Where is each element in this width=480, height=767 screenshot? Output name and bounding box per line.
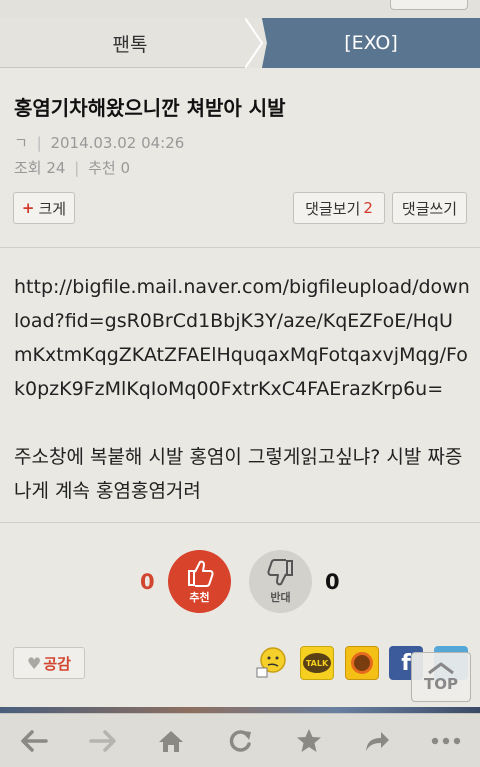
heart-icon: ♥	[27, 653, 42, 673]
kakaotalk-share-button[interactable]: TALK	[300, 646, 334, 680]
post-title: 홍염기차해왔으니깐 쳐받아 시발	[14, 96, 286, 120]
thinking-face-icon	[256, 647, 286, 678]
home-button[interactable]	[151, 721, 191, 761]
bookmark-button[interactable]	[289, 721, 329, 761]
browser-toolbar	[0, 713, 480, 767]
refresh-button[interactable]	[220, 721, 260, 761]
author-name[interactable]: ㄱ	[14, 134, 28, 152]
write-comment-button[interactable]: 댓글쓰기	[392, 192, 467, 224]
downvote-label: 반대	[270, 590, 291, 604]
upvote-button[interactable]: 추천	[168, 550, 231, 613]
back-arrow-icon	[21, 729, 49, 752]
empathy-button[interactable]: ♥ 공감	[13, 647, 85, 679]
refresh-icon	[229, 729, 251, 752]
kakaostory-share-button[interactable]	[345, 646, 379, 680]
top-label: TOP	[424, 675, 458, 693]
views-label: 조회	[14, 159, 42, 177]
kakaotalk-icon: TALK	[303, 653, 331, 673]
header-cut-button[interactable]	[390, 0, 468, 10]
enlarge-text-button[interactable]: + 크게	[13, 192, 75, 224]
downvote-button[interactable]: 반대	[249, 550, 312, 613]
recommend-label: 추천	[88, 159, 116, 177]
divider	[0, 522, 480, 523]
thumbs-down-icon	[266, 558, 293, 585]
post-meta: ㄱ | 2014.03.02 04:26	[14, 134, 185, 152]
views-count: 24	[46, 159, 66, 177]
upvote-label: 추천	[189, 590, 210, 604]
forward-button[interactable]	[83, 721, 123, 761]
breadcrumb-current[interactable]: [EXO]	[262, 18, 480, 68]
top-cut-header	[0, 0, 480, 18]
enlarge-label: 크게	[38, 199, 67, 218]
breadcrumb: 팬톡 [EXO]	[0, 18, 480, 68]
forward-arrow-icon	[89, 729, 116, 752]
post-date: 2014.03.02 04:26	[50, 134, 185, 152]
recommend-count: 0	[120, 159, 131, 177]
view-comments-button[interactable]: 댓글보기 2	[293, 192, 385, 224]
more-button[interactable]	[426, 721, 466, 761]
post-stats: 조회 24 | 추천 0	[14, 159, 131, 177]
thumbs-up-icon	[187, 560, 214, 587]
scroll-to-top-button[interactable]: TOP	[411, 652, 471, 702]
post-body-link[interactable]: http://bigfile.mail.naver.com/bigfileupl…	[14, 270, 470, 406]
comments-count: 2	[363, 199, 373, 217]
plus-icon: +	[21, 199, 35, 217]
post-body-text: 주소창에 복붙해 시발 홍염이 그렇게읽고싶냐? 시발 짜증나게 계속 홍염홍염…	[14, 446, 463, 502]
view-comments-label: 댓글보기	[305, 199, 361, 218]
share-arrow-icon	[366, 731, 390, 751]
post-body: http://bigfile.mail.naver.com/bigfileupl…	[14, 270, 470, 508]
downvote-count: 0	[325, 570, 340, 594]
divider	[0, 247, 480, 248]
share-button[interactable]	[357, 721, 397, 761]
breadcrumb-separator-icon	[245, 18, 267, 68]
upvote-count: 0	[140, 570, 155, 594]
home-icon	[159, 730, 184, 752]
emoticon-share-icon[interactable]	[255, 646, 289, 680]
kakaostory-icon	[351, 652, 373, 674]
more-icon	[431, 737, 460, 744]
star-icon	[296, 728, 321, 752]
empathy-label: 공감	[43, 654, 71, 673]
breadcrumb-home[interactable]: 팬톡	[0, 18, 260, 68]
facebook-icon: f	[401, 650, 411, 676]
back-button[interactable]	[14, 721, 54, 761]
chevron-up-icon	[428, 662, 454, 675]
